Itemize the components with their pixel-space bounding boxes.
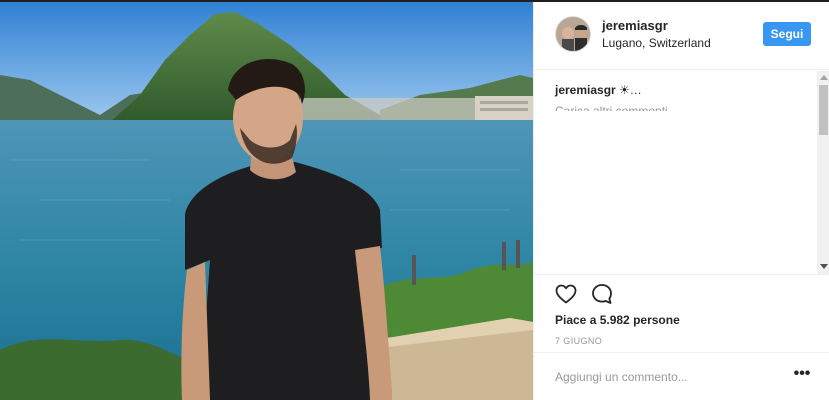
username-link[interactable]: jeremiasgr: [602, 18, 668, 33]
add-comment-input[interactable]: [555, 367, 775, 387]
caption: jeremiasgr ☀…: [555, 83, 642, 97]
comments-section: jeremiasgr ☀… Carica altri commenti: [534, 71, 829, 274]
top-border: [0, 0, 829, 2]
comments-scrollbar[interactable]: [817, 71, 829, 274]
avatar-image: [556, 17, 590, 51]
caption-text: ☀…: [615, 83, 642, 97]
post-photo[interactable]: [0, 0, 533, 400]
actions-divider: [534, 274, 829, 275]
more-options-icon[interactable]: •••: [792, 366, 812, 387]
caption-username[interactable]: jeremiasgr: [555, 83, 616, 97]
location-link[interactable]: Lugano, Switzerland: [602, 36, 711, 50]
comment-icon[interactable]: [590, 282, 614, 306]
post-date[interactable]: 7 GIUGNO: [555, 336, 602, 346]
add-comment-bar: •••: [534, 352, 829, 400]
heart-icon[interactable]: [554, 282, 578, 306]
avatar[interactable]: [555, 16, 591, 52]
scroll-down-arrow-icon[interactable]: [820, 264, 828, 269]
likes-count[interactable]: Piace a 5.982 persone: [555, 313, 680, 327]
post-sidebar: jeremiasgr Lugano, Switzerland Segui jer…: [533, 0, 829, 400]
scroll-thumb[interactable]: [819, 85, 828, 135]
post-header: jeremiasgr Lugano, Switzerland Segui: [534, 0, 829, 70]
follow-button[interactable]: Segui: [763, 22, 811, 46]
scroll-up-arrow-icon[interactable]: [820, 75, 828, 80]
lake-photo-illustration: [0, 0, 533, 400]
load-more-comments[interactable]: Carica altri commenti: [555, 103, 668, 111]
